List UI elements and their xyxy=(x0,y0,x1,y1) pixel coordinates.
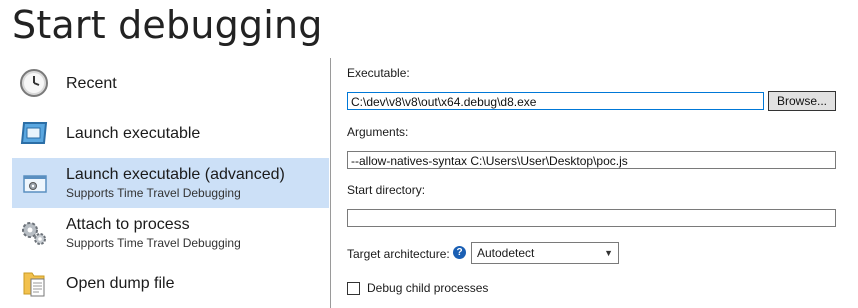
executable-field[interactable]: C:\dev\v8\v8\out\x64.debug\d8.exe xyxy=(347,92,764,110)
window-icon xyxy=(18,117,50,149)
nav-item-open-dump-file[interactable]: Open dump file xyxy=(12,258,329,308)
executable-label: Executable: xyxy=(347,66,410,80)
debug-child-processes-checkbox[interactable] xyxy=(347,282,360,295)
start-directory-label: Start directory: xyxy=(347,183,426,197)
start-directory-field[interactable] xyxy=(347,209,836,227)
launch-form: Executable: C:\dev\v8\v8\out\x64.debug\d… xyxy=(347,58,847,308)
debug-child-processes-label: Debug child processes xyxy=(367,281,489,295)
nav-item-launch-executable-advanced[interactable]: Launch executable (advanced) Supports Ti… xyxy=(12,158,329,208)
divider xyxy=(330,58,331,308)
nav-item-label: Open dump file xyxy=(66,275,175,292)
nav-item-sub: Supports Time Travel Debugging xyxy=(66,236,241,250)
nav-item-launch-executable[interactable]: Launch executable xyxy=(12,108,329,158)
target-architecture-label: Target architecture: xyxy=(347,247,450,261)
nav-item-label: Attach to process xyxy=(66,216,190,233)
nav-item-sub: Supports Time Travel Debugging xyxy=(66,186,241,200)
gears-icon xyxy=(18,217,50,249)
nav-item-label: Recent xyxy=(66,75,117,92)
target-architecture-value: Autodetect xyxy=(477,246,535,260)
browse-button[interactable]: Browse... xyxy=(768,91,836,111)
nav-item-label: Launch executable (advanced) xyxy=(66,166,285,183)
left-nav: Recent Launch executable Launch executab… xyxy=(12,58,329,308)
nav-item-label: Launch executable xyxy=(66,125,201,142)
clock-icon xyxy=(18,67,50,99)
dump-file-icon xyxy=(18,267,50,299)
arguments-label: Arguments: xyxy=(347,125,409,139)
arguments-field[interactable]: --allow-natives-syntax C:\Users\User\Des… xyxy=(347,151,836,169)
help-icon[interactable]: ? xyxy=(453,246,466,259)
page-title: Start debugging xyxy=(12,3,323,47)
window-gear-icon xyxy=(18,168,50,200)
nav-item-attach-to-process[interactable]: Attach to process Supports Time Travel D… xyxy=(12,208,329,258)
target-architecture-select[interactable]: Autodetect ▼ xyxy=(471,242,619,264)
chevron-down-icon: ▼ xyxy=(604,248,613,258)
nav-item-recent[interactable]: Recent xyxy=(12,58,329,108)
